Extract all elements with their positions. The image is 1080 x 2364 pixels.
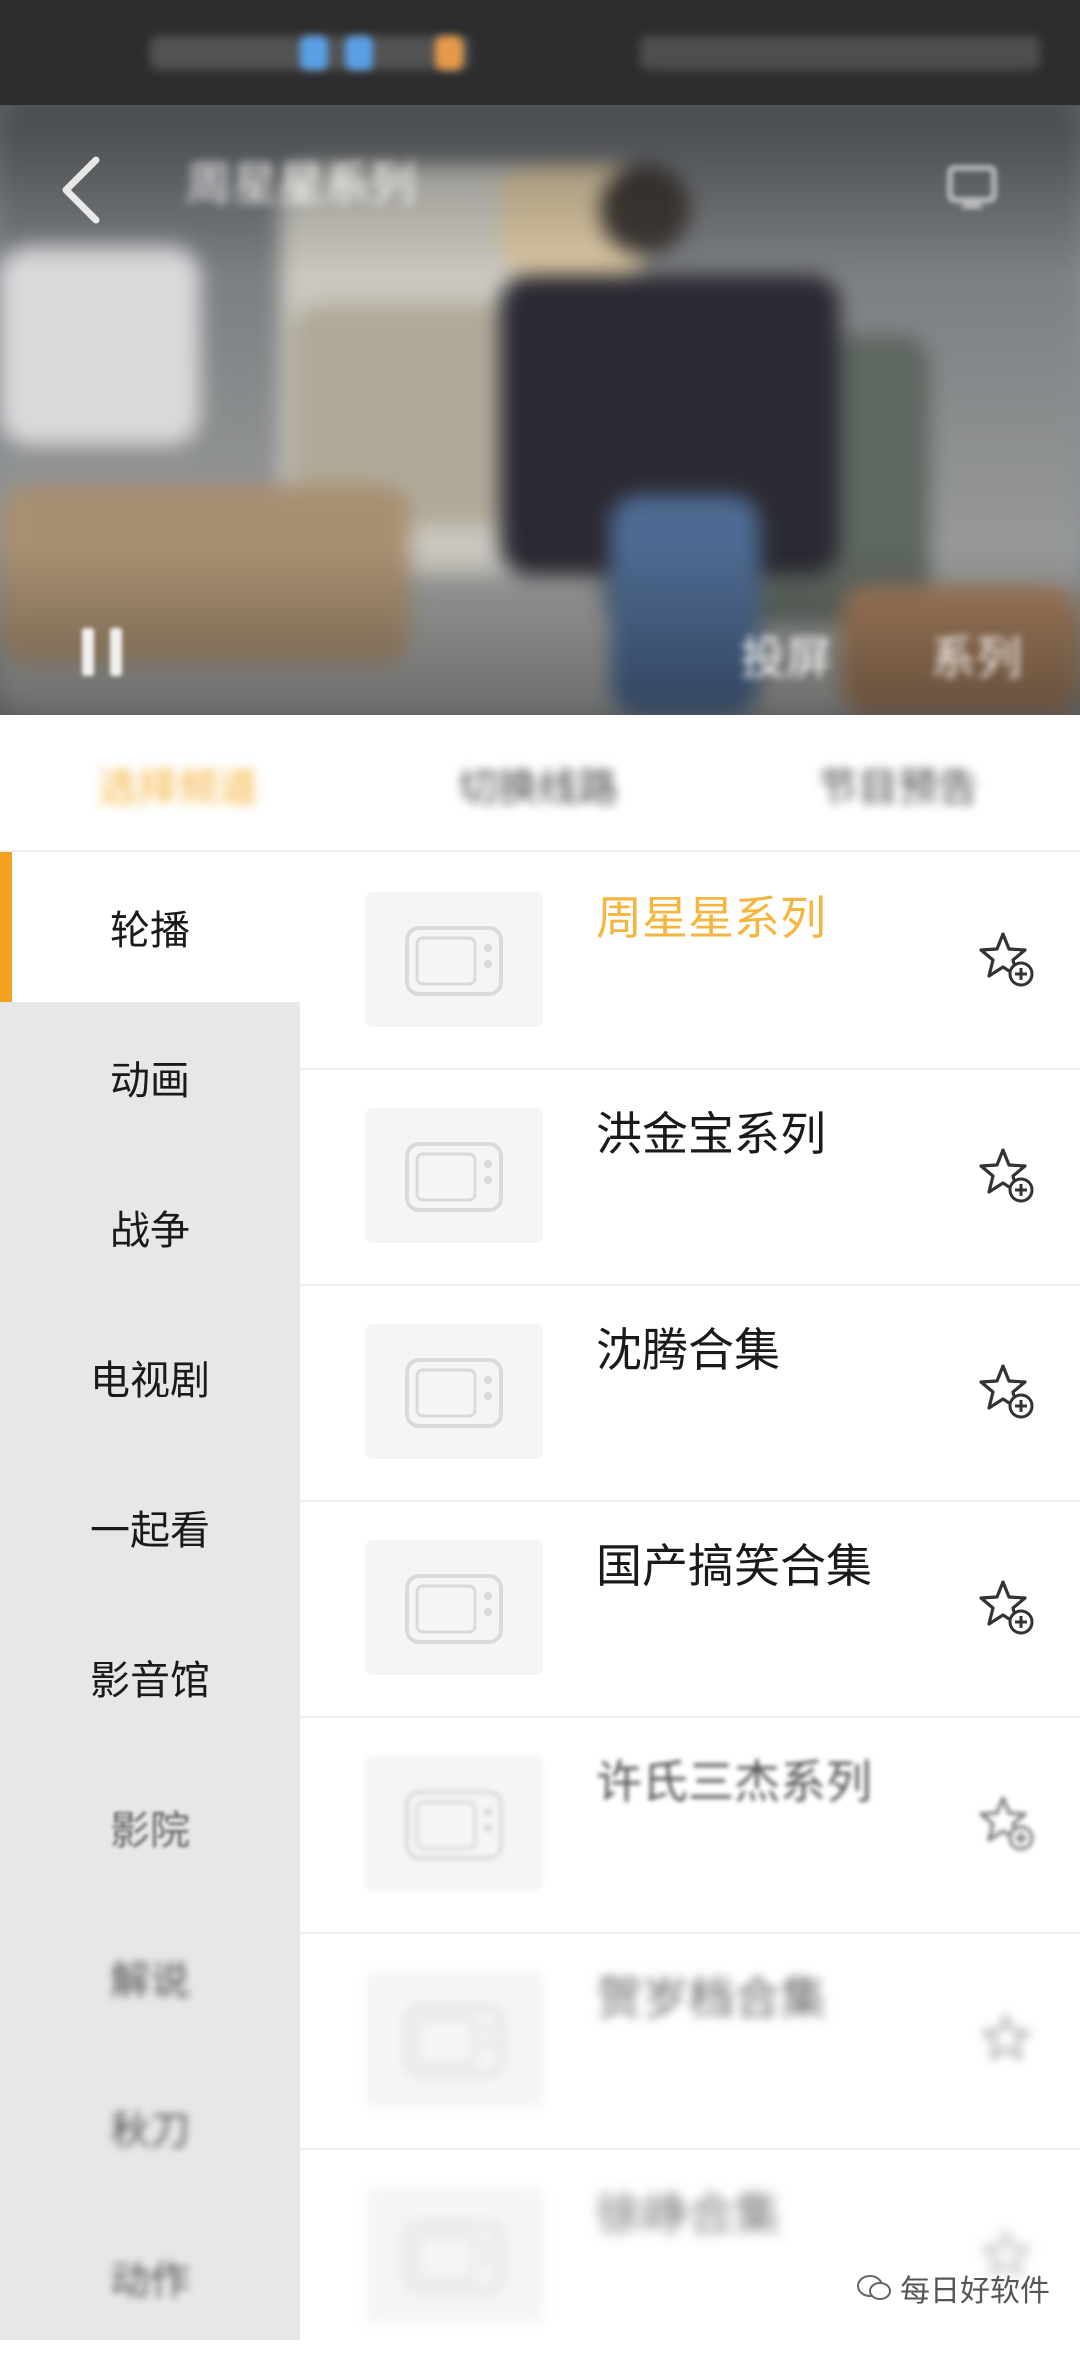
- channel-title: 徐峥合集: [596, 2187, 780, 2241]
- favorite-add-icon[interactable]: [977, 930, 1035, 988]
- favorite-icon[interactable]: [977, 2010, 1035, 2068]
- sidebar-item-media-hall[interactable]: 影音馆: [0, 1602, 300, 1752]
- tv-icon: [405, 2222, 503, 2292]
- channel-thumbnail: [365, 2188, 543, 2323]
- favorite-add-icon[interactable]: [977, 1794, 1035, 1852]
- favorite-add-icon[interactable]: [977, 1578, 1035, 1636]
- tv-icon: [405, 1574, 503, 1644]
- channel-thumbnail: [365, 892, 543, 1027]
- channel-row[interactable]: 贺岁档合集: [300, 1932, 1080, 2150]
- notification-icon: [345, 36, 373, 70]
- channel-row[interactable]: 徐峥合集: [300, 2148, 1080, 2364]
- sidebar-item-animation[interactable]: 动画: [0, 1002, 300, 1152]
- tab-select-channel[interactable]: 选择频道: [98, 755, 258, 813]
- sidebar-item-tv-series[interactable]: 电视剧: [0, 1302, 300, 1452]
- video-title: 周星星系列: [186, 157, 416, 211]
- category-sidebar: 轮播 动画 战争 电视剧 一起看 影音馆 影院 解说 秋刀 动作: [0, 852, 300, 2340]
- sidebar-item-war[interactable]: 战争: [0, 1152, 300, 1302]
- status-icons-right: [640, 36, 1040, 70]
- sidebar-item-action[interactable]: 动作: [0, 2202, 300, 2352]
- channel-row[interactable]: 周星星系列: [300, 852, 1080, 1070]
- channel-title: 国产搞笑合集: [596, 1539, 872, 1593]
- channel-row[interactable]: 国产搞笑合集: [300, 1500, 1080, 1718]
- notification-icon: [435, 36, 463, 70]
- cast-icon[interactable]: [944, 158, 1000, 214]
- channel-thumbnail: [365, 1324, 543, 1459]
- back-arrow-icon[interactable]: [52, 150, 112, 230]
- sidebar-item-carousel[interactable]: 轮播: [0, 852, 300, 1002]
- cast-button[interactable]: 投屏: [740, 622, 832, 688]
- notification-icon: [300, 36, 328, 70]
- channel-thumbnail: [365, 1972, 543, 2107]
- channel-thumbnail: [365, 1756, 543, 1891]
- favorite-add-icon[interactable]: [977, 1146, 1035, 1204]
- series-button[interactable]: 系列: [930, 622, 1022, 688]
- pause-icon[interactable]: [72, 622, 132, 682]
- channel-row[interactable]: 沈腾合集: [300, 1284, 1080, 1502]
- video-overlay: [0, 105, 1080, 715]
- sidebar-item-autumn[interactable]: 秋刀: [0, 2052, 300, 2202]
- wechat-icon: [857, 2275, 891, 2300]
- tab-bar: 选择频道 切换线路 节目预告: [0, 715, 1080, 852]
- channel-title: 贺岁档合集: [596, 1971, 826, 2025]
- channel-thumbnail: [365, 1108, 543, 1243]
- tv-icon: [405, 1358, 503, 1428]
- video-player[interactable]: [0, 105, 1080, 715]
- watermark-text: 每日好软件: [900, 2274, 1050, 2309]
- channel-row[interactable]: 许氏三杰系列: [300, 1716, 1080, 1934]
- channel-title: 周星星系列: [596, 891, 826, 945]
- channel-title: 沈腾合集: [596, 1323, 780, 1377]
- sidebar-item-cinema[interactable]: 影院: [0, 1752, 300, 1902]
- sidebar-item-commentary[interactable]: 解说: [0, 1902, 300, 2052]
- channel-row[interactable]: 洪金宝系列: [300, 1068, 1080, 1286]
- tab-switch-line[interactable]: 切换线路: [458, 755, 618, 813]
- tab-program-guide[interactable]: 节目预告: [818, 755, 978, 813]
- watermark: 每日好软件: [856, 2266, 1050, 2310]
- tv-icon: [405, 2006, 503, 2076]
- tv-icon: [405, 1790, 503, 1860]
- channel-thumbnail: [365, 1540, 543, 1675]
- channel-title: 洪金宝系列: [596, 1107, 826, 1161]
- status-bar: [0, 0, 1080, 105]
- tv-icon: [405, 1142, 503, 1212]
- favorite-add-icon[interactable]: [977, 1362, 1035, 1420]
- channel-list: 周星星系列 洪金宝系列 沈腾合集 国产搞笑合集 许氏三杰系列 贺岁档合集 徐峥合…: [300, 852, 1080, 2340]
- channel-title: 许氏三杰系列: [596, 1755, 872, 1809]
- tv-icon: [405, 926, 503, 996]
- sidebar-item-watch-together[interactable]: 一起看: [0, 1452, 300, 1602]
